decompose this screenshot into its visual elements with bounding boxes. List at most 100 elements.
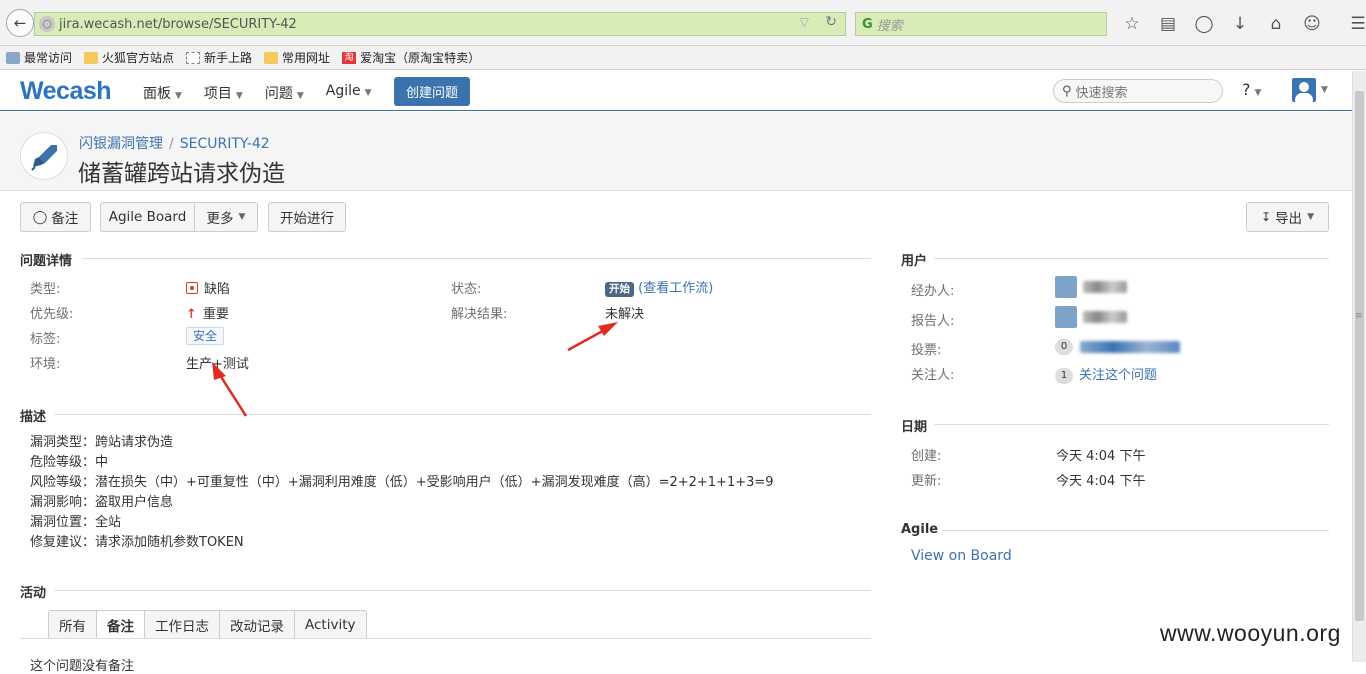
nav-label: Agile bbox=[325, 83, 361, 99]
chevron-down-icon: ▼ bbox=[364, 88, 372, 98]
tab-activity[interactable]: Activity bbox=[295, 610, 367, 639]
comment-button[interactable]: ◯ 备注 bbox=[20, 202, 91, 232]
watchers-label: 关注人: bbox=[911, 368, 955, 383]
export-label: 导出 bbox=[1275, 211, 1303, 227]
reading-list-icon[interactable]: ▤ bbox=[1150, 12, 1186, 36]
url-dropdown-icon[interactable]: ▽ bbox=[800, 15, 809, 29]
tab-underline bbox=[20, 638, 871, 639]
nav-projects[interactable]: 项目 ▼ bbox=[204, 83, 243, 103]
chevron-down-icon[interactable]: ▼ bbox=[1321, 85, 1328, 95]
status-label: 状态: bbox=[451, 282, 482, 297]
label-tag-security[interactable]: 安全 bbox=[186, 327, 225, 345]
quick-search-input[interactable]: ⚲ 快速搜索 bbox=[1053, 79, 1223, 103]
assignee-label: 经办人: bbox=[911, 284, 955, 299]
menu-icon[interactable]: ☰ bbox=[1340, 12, 1366, 36]
more-button[interactable]: 更多 ▼ bbox=[194, 202, 258, 232]
description-line: 风险等级：潜在损失（中）+可重复性（中）+漏洞利用难度（低）+受影响用户（低）+… bbox=[30, 475, 774, 490]
issue-header: 闪银漏洞管理 / SECURITY-42 储蓄罐跨站请求伪造 bbox=[0, 112, 1352, 191]
nav-dashboards[interactable]: 面板 ▼ bbox=[143, 83, 182, 103]
project-avatar[interactable] bbox=[20, 132, 68, 180]
top-navigation: 面板 ▼ 项目 ▼ 问题 ▼ Agile ▼ bbox=[143, 83, 394, 103]
start-progress-button[interactable]: 开始进行 bbox=[268, 202, 346, 232]
more-label: 更多 bbox=[206, 211, 234, 227]
pocket-icon[interactable]: ◯ bbox=[1186, 12, 1222, 36]
votes-label: 投票: bbox=[911, 343, 942, 358]
back-button[interactable]: ← bbox=[6, 9, 34, 37]
reporter-label: 报告人: bbox=[911, 314, 955, 329]
speech-bubble-icon: ◯ bbox=[32, 209, 48, 225]
status-value: 开始 (查看工作流) bbox=[605, 277, 713, 297]
agile-section-title: Agile bbox=[901, 522, 939, 537]
priority-major-icon: ↑ bbox=[186, 307, 197, 322]
tab-work-log[interactable]: 工作日志 bbox=[145, 610, 220, 639]
help-menu[interactable]: ? ▼ bbox=[1242, 80, 1261, 99]
description-line: 漏洞影响：盗取用户信息 bbox=[30, 495, 174, 510]
issue-summary[interactable]: 储蓄罐跨站请求伪造 bbox=[78, 154, 285, 188]
description-line: 修复建议：请求添加随机参数TOKEN bbox=[30, 535, 244, 550]
divider bbox=[54, 414, 871, 415]
divider bbox=[54, 590, 871, 591]
breadcrumb-separator: / bbox=[169, 136, 174, 152]
scrollbar-grip-icon: ≡ bbox=[1355, 311, 1363, 321]
create-issue-button[interactable]: 创建问题 bbox=[394, 77, 470, 106]
chevron-down-icon: ▼ bbox=[238, 212, 246, 222]
type-text: 缺陷 bbox=[204, 282, 231, 297]
bookmark-label: 最常访问 bbox=[24, 51, 73, 65]
breadcrumb-issue-key[interactable]: SECURITY-42 bbox=[180, 136, 270, 152]
votes-count-badge: 0 bbox=[1055, 339, 1073, 355]
details-section-title: 问题详情 bbox=[20, 254, 73, 269]
reporter-avatar[interactable] bbox=[1055, 306, 1077, 328]
bookmark-common-sites[interactable]: 常用网址 bbox=[264, 49, 330, 66]
description-section-title: 描述 bbox=[20, 410, 47, 425]
bookmark-getting-started[interactable]: 新手上路 bbox=[186, 49, 252, 66]
scrollbar-thumb[interactable] bbox=[1355, 91, 1364, 621]
tab-all[interactable]: 所有 bbox=[48, 610, 97, 639]
export-button[interactable]: ↧ 导出 ▼ bbox=[1246, 202, 1329, 232]
url-bar[interactable]: ○ jira.wecash.net/browse/SECURITY-42 ▽ ↻ bbox=[34, 12, 846, 36]
tab-history[interactable]: 改动记录 bbox=[220, 610, 295, 639]
bookmark-label: 新手上路 bbox=[204, 51, 253, 65]
home-icon[interactable]: ⌂ bbox=[1258, 12, 1294, 36]
assignee-name-redacted bbox=[1083, 281, 1127, 293]
people-section-title: 用户 bbox=[901, 254, 928, 269]
download-icon[interactable]: ↓ bbox=[1222, 12, 1258, 36]
bookmark-firefox-site[interactable]: 火狐官方站点 bbox=[84, 49, 174, 66]
watermark: www.wooyun.org bbox=[1160, 620, 1341, 646]
type-label: 类型: bbox=[30, 282, 61, 297]
breadcrumb-project[interactable]: 闪银漏洞管理 bbox=[79, 136, 163, 152]
user-avatar[interactable] bbox=[1292, 78, 1316, 102]
star-icon[interactable]: ☆ bbox=[1114, 12, 1150, 36]
type-value: 缺陷 bbox=[186, 278, 230, 297]
reload-icon[interactable]: ↻ bbox=[825, 14, 837, 30]
agile-board-button[interactable]: Agile Board bbox=[100, 202, 195, 232]
environment-label: 环境: bbox=[30, 357, 61, 372]
votes-value: 0 bbox=[1055, 339, 1079, 355]
view-workflow-link[interactable]: (查看工作流) bbox=[638, 281, 713, 296]
activity-section-title: 活动 bbox=[20, 586, 47, 601]
resolution-value: 未解决 bbox=[605, 307, 645, 322]
assignee-avatar[interactable] bbox=[1055, 276, 1077, 298]
browser-search-input[interactable]: G 搜索 bbox=[855, 12, 1107, 36]
reporter-name-redacted bbox=[1083, 311, 1127, 323]
wecash-logo[interactable]: Wecash bbox=[20, 77, 112, 106]
view-on-board-link[interactable]: View on Board bbox=[911, 548, 1012, 564]
vote-link-redacted[interactable] bbox=[1080, 341, 1180, 353]
chevron-down-icon: ▼ bbox=[296, 91, 304, 101]
chevron-down-icon: ▼ bbox=[175, 91, 182, 101]
watchers-count-badge: 1 bbox=[1055, 368, 1073, 384]
page-scrollbar[interactable]: ≡ bbox=[1352, 71, 1366, 662]
tab-comments[interactable]: 备注 bbox=[97, 610, 145, 639]
bookmark-aitaobao[interactable]: 淘爱淘宝（原淘宝特卖） bbox=[342, 49, 480, 66]
search-icon: ⚲ bbox=[1062, 83, 1072, 99]
chat-icon[interactable]: ☺ bbox=[1294, 12, 1330, 36]
description-line: 危险等级：中 bbox=[30, 455, 109, 470]
watch-issue-link[interactable]: 关注这个问题 bbox=[1079, 368, 1157, 383]
description-line: 漏洞类型：跨站请求伪造 bbox=[30, 435, 174, 450]
nav-agile[interactable]: Agile ▼ bbox=[326, 83, 372, 103]
bookmark-most-visited[interactable]: 最常访问 bbox=[6, 49, 72, 66]
divider bbox=[934, 258, 1329, 259]
chevron-down-icon: ▼ bbox=[235, 91, 243, 101]
help-icon: ? bbox=[1242, 80, 1251, 99]
search-engine-icon: G bbox=[862, 16, 873, 32]
nav-issues[interactable]: 问题 ▼ bbox=[265, 83, 304, 103]
